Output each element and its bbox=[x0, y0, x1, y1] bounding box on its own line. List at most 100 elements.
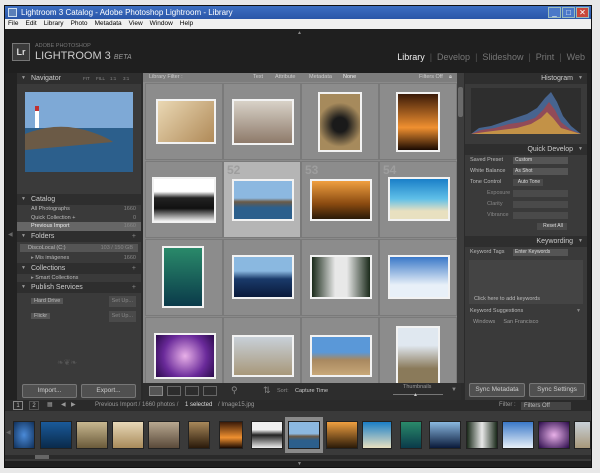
grid-cell[interactable] bbox=[145, 161, 223, 238]
thumbnail-size-slider[interactable] bbox=[393, 394, 443, 395]
add-icon[interactable]: + bbox=[132, 263, 136, 274]
film-thumbnail[interactable] bbox=[188, 421, 210, 449]
exposure-steppers[interactable] bbox=[513, 190, 568, 197]
photo-thumbnail[interactable] bbox=[318, 92, 362, 152]
collapse-bottom-icon[interactable]: ▼ bbox=[297, 461, 302, 467]
module-develop[interactable]: Develop bbox=[437, 52, 470, 62]
publish-header[interactable]: ▼ Publish Services + bbox=[17, 282, 141, 293]
page-1-button[interactable]: 1 bbox=[13, 401, 23, 410]
page-2-button[interactable]: 2 bbox=[29, 401, 39, 410]
grid-cell[interactable]: 53 bbox=[301, 161, 379, 238]
close-button[interactable]: ✕ bbox=[576, 7, 589, 18]
saved-preset-select[interactable]: Custom bbox=[513, 157, 568, 164]
collections-header[interactable]: ▼ Collections + bbox=[17, 262, 141, 274]
vibrance-steppers[interactable] bbox=[513, 212, 568, 219]
grid-cell[interactable] bbox=[223, 317, 301, 383]
photo-thumbnail[interactable] bbox=[388, 177, 450, 221]
filter-tab-metadata[interactable]: Metadata bbox=[309, 73, 332, 82]
suggestion-item[interactable]: San Francisco bbox=[503, 319, 538, 325]
grid-cell[interactable] bbox=[145, 83, 223, 160]
film-thumbnail[interactable] bbox=[326, 421, 358, 449]
filter-tab-attribute[interactable]: Attribute bbox=[275, 73, 295, 82]
filter-tab-text[interactable]: Text bbox=[253, 73, 263, 82]
grid-cell[interactable] bbox=[223, 239, 301, 316]
photo-thumbnail[interactable] bbox=[232, 99, 294, 145]
film-thumbnail[interactable] bbox=[538, 421, 570, 449]
auto-tone-button[interactable]: Auto Tone bbox=[513, 179, 543, 186]
film-thumbnail-selected[interactable] bbox=[288, 421, 320, 449]
catalog-item[interactable]: All Photographs 1660 bbox=[17, 205, 141, 214]
filmstrip-path[interactable]: Previous Import / 1660 photos / bbox=[95, 400, 178, 411]
grid-cell[interactable] bbox=[301, 317, 379, 383]
grid-cell[interactable] bbox=[301, 239, 379, 316]
filter-select[interactable]: Filters Off bbox=[521, 402, 571, 410]
forward-icon[interactable]: ▶ bbox=[71, 400, 76, 411]
film-thumbnail[interactable] bbox=[251, 421, 283, 449]
right-edge-collapse[interactable] bbox=[587, 73, 591, 400]
sort-value[interactable]: Capture Time bbox=[295, 388, 328, 394]
menu-file[interactable]: File bbox=[8, 19, 18, 29]
module-slideshow[interactable]: Slideshow bbox=[482, 52, 523, 62]
photo-thumbnail[interactable] bbox=[162, 246, 204, 308]
filter-tab-none[interactable]: None bbox=[343, 73, 356, 82]
navigator-header[interactable]: ▼ Navigator FIT FILL 1:1 3:1 bbox=[17, 73, 141, 84]
sync-settings-button[interactable]: Sync Settings bbox=[529, 383, 585, 397]
film-thumbnail[interactable] bbox=[148, 421, 180, 449]
filters-off-status[interactable]: Filters Off bbox=[419, 73, 443, 82]
loupe-view-icon[interactable] bbox=[167, 386, 181, 396]
module-print[interactable]: Print bbox=[536, 52, 555, 62]
spray-can-icon[interactable]: ⚲ bbox=[231, 385, 238, 396]
film-thumbnail[interactable] bbox=[362, 421, 392, 449]
folders-header[interactable]: ▼ Folders + bbox=[17, 230, 141, 242]
zoom-fit[interactable]: FIT bbox=[83, 73, 90, 84]
catalog-item[interactable]: Quick Collection + 0 bbox=[17, 214, 141, 223]
menu-view[interactable]: View bbox=[129, 19, 143, 29]
reset-all-button[interactable]: Reset All bbox=[537, 223, 567, 230]
film-thumbnail[interactable] bbox=[112, 421, 144, 449]
grid-view-icon[interactable] bbox=[149, 386, 163, 396]
minimize-button[interactable]: _ bbox=[548, 7, 561, 18]
grid-scrollbar[interactable] bbox=[457, 73, 464, 383]
photo-thumbnail[interactable] bbox=[310, 179, 372, 221]
scroll-left-icon[interactable]: ◀ bbox=[6, 429, 11, 436]
toolbar-menu-icon[interactable]: ▼ bbox=[451, 387, 457, 393]
photo-thumbnail[interactable] bbox=[310, 335, 372, 377]
clarity-steppers[interactable] bbox=[513, 201, 568, 208]
folder-item[interactable]: ▸ Mis imágenes 1660 bbox=[17, 254, 141, 263]
module-library[interactable]: Library bbox=[397, 52, 425, 62]
slider-thumb[interactable]: ▲ bbox=[413, 392, 418, 398]
add-icon[interactable]: + bbox=[132, 282, 136, 293]
film-thumbnail[interactable] bbox=[40, 421, 72, 449]
collection-item[interactable]: ▸ Smart Collections bbox=[17, 274, 141, 283]
grid-cell[interactable] bbox=[145, 239, 223, 316]
film-thumbnail[interactable] bbox=[76, 421, 108, 449]
grid-cell[interactable] bbox=[301, 83, 379, 160]
zoom-fill[interactable]: FILL bbox=[96, 73, 105, 84]
keywording-header[interactable]: Keywording ▼ bbox=[465, 236, 587, 247]
collapse-left-icon[interactable]: ◀ bbox=[8, 231, 13, 238]
film-thumbnail[interactable] bbox=[13, 421, 35, 449]
photo-thumbnail[interactable] bbox=[154, 333, 216, 379]
compare-view-icon[interactable] bbox=[185, 386, 199, 396]
disclosure-icon[interactable]: ▼ bbox=[576, 306, 581, 317]
zoom-3-1[interactable]: 3:1 bbox=[123, 73, 129, 84]
menu-library[interactable]: Library bbox=[44, 19, 64, 29]
grid-cell[interactable] bbox=[145, 317, 223, 383]
catalog-item-selected[interactable]: Previous Import 1660 bbox=[17, 222, 141, 231]
sync-metadata-button[interactable]: Sync Metadata bbox=[469, 383, 525, 397]
export-button[interactable]: Export... bbox=[81, 384, 136, 398]
photo-thumbnail[interactable] bbox=[396, 92, 440, 152]
publish-item[interactable]: Hard Drive Set Up... bbox=[17, 296, 141, 307]
white-balance-select[interactable]: As Shot bbox=[513, 168, 568, 175]
grid-cell[interactable] bbox=[223, 83, 301, 160]
back-icon[interactable]: ◀ bbox=[61, 400, 66, 411]
film-thumbnail[interactable] bbox=[219, 421, 243, 449]
publish-item[interactable]: Flickr Set Up... bbox=[17, 311, 141, 322]
grid-cell-selected[interactable]: 52 bbox=[223, 161, 301, 238]
navigator-preview[interactable] bbox=[25, 92, 133, 172]
menu-edit[interactable]: Edit bbox=[25, 19, 36, 29]
maximize-button[interactable]: □ bbox=[562, 7, 575, 18]
volume-row[interactable]: DiscoLocal (C:) 103 / 150 GB bbox=[20, 243, 138, 252]
film-thumbnail[interactable] bbox=[400, 421, 422, 449]
photo-thumbnail[interactable] bbox=[152, 177, 216, 223]
